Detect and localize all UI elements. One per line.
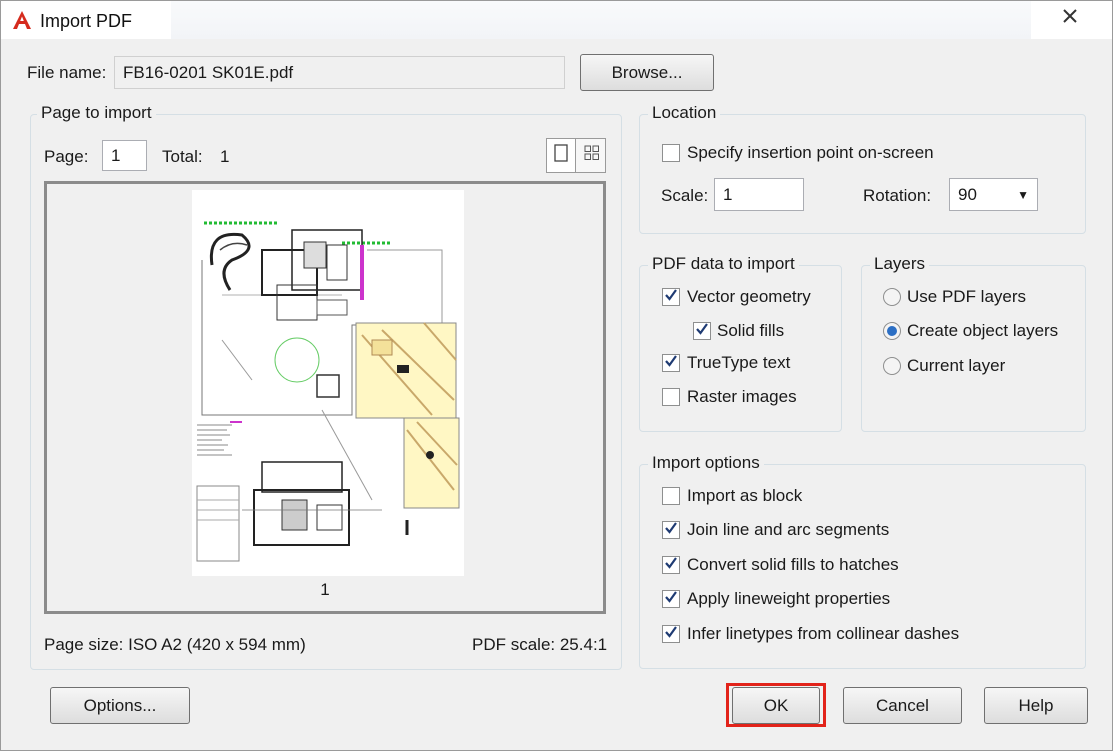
rotation-select[interactable]: 90 ▼	[949, 178, 1038, 211]
pdf-data-title: PDF data to import	[648, 254, 799, 274]
raster-images-checkbox[interactable]	[662, 388, 680, 406]
browse-button[interactable]: Browse...	[580, 54, 714, 91]
layers-title: Layers	[870, 254, 930, 274]
solid-fills-label: Solid fills	[717, 321, 785, 340]
single-page-icon	[554, 144, 568, 167]
checkmark-icon	[695, 321, 709, 341]
page-size-label: Page size: ISO A2 (420 x 594 mm)	[44, 635, 306, 654]
use-pdf-layers-radio[interactable]	[883, 288, 901, 306]
location-group: Location	[639, 103, 1086, 234]
page-label: Page:	[44, 147, 89, 166]
scale-label: Scale:	[661, 186, 709, 205]
dropdown-arrow-icon: ▼	[1017, 187, 1029, 202]
vector-geometry-label: Vector geometry	[687, 287, 811, 306]
window-title: Import PDF	[40, 11, 133, 31]
single-page-view-button[interactable]	[547, 139, 576, 172]
view-toggle	[546, 138, 606, 173]
page-number-input[interactable]: 1	[102, 140, 147, 171]
import-pdf-dialog: Import PDF File name: FB16-0201 SK01E.pd…	[0, 0, 1113, 751]
file-name-field[interactable]: FB16-0201 SK01E.pdf	[114, 56, 565, 89]
current-layer-label: Current layer	[907, 356, 1006, 375]
close-button[interactable]	[1034, 1, 1106, 35]
solid-fills-checkbox[interactable]	[693, 322, 711, 340]
file-name-label: File name:	[27, 63, 107, 82]
location-title: Location	[648, 103, 721, 123]
apply-lineweight-label: Apply lineweight properties	[687, 589, 891, 608]
join-segments-label: Join line and arc segments	[687, 520, 890, 539]
grid-view-button[interactable]	[577, 139, 606, 172]
help-button[interactable]: Help	[984, 687, 1088, 724]
convert-fills-label: Convert solid fills to hatches	[687, 555, 899, 574]
infer-linetypes-checkbox[interactable]	[662, 625, 680, 643]
join-segments-checkbox[interactable]	[662, 521, 680, 539]
scale-input[interactable]: 1	[714, 178, 804, 211]
raster-images-label: Raster images	[687, 387, 797, 406]
import-as-block-checkbox[interactable]	[662, 487, 680, 505]
create-object-layers-label: Create object layers	[907, 321, 1059, 340]
use-pdf-layers-label: Use PDF layers	[907, 287, 1027, 306]
pdf-scale-label: PDF scale: 25.4:1	[472, 635, 608, 654]
checkmark-icon	[664, 287, 678, 307]
create-object-layers-radio[interactable]	[883, 322, 901, 340]
import-as-block-label: Import as block	[687, 486, 803, 505]
checkmark-icon	[664, 589, 678, 609]
infer-linetypes-label: Infer linetypes from collinear dashes	[687, 624, 960, 643]
page-to-import-title: Page to import	[37, 103, 156, 123]
specify-insertion-label: Specify insertion point on-screen	[687, 143, 934, 162]
checkmark-icon	[664, 624, 678, 644]
total-label: Total:	[162, 147, 203, 166]
ok-button[interactable]: OK	[732, 687, 820, 724]
current-layer-radio[interactable]	[883, 357, 901, 375]
truetype-text-checkbox[interactable]	[662, 354, 680, 372]
import-options-title: Import options	[648, 453, 764, 473]
vector-geometry-checkbox[interactable]	[662, 288, 680, 306]
pdf-page-thumbnail	[192, 190, 464, 576]
specify-insertion-checkbox[interactable]	[662, 144, 680, 162]
checkmark-icon	[664, 353, 678, 373]
close-icon	[1062, 8, 1078, 29]
truetype-text-label: TrueType text	[687, 353, 791, 372]
checkmark-icon	[664, 520, 678, 540]
cancel-button[interactable]: Cancel	[843, 687, 962, 724]
apply-lineweight-checkbox[interactable]	[662, 590, 680, 608]
title-bar: Import PDF	[1, 1, 1112, 39]
options-button[interactable]: Options...	[50, 687, 190, 724]
convert-fills-checkbox[interactable]	[662, 556, 680, 574]
radio-selected-dot	[887, 326, 897, 336]
checkmark-icon	[664, 555, 678, 575]
rotation-label: Rotation:	[863, 186, 932, 205]
total-value: 1	[220, 147, 230, 166]
grid-view-icon	[584, 145, 600, 166]
autocad-logo-icon	[11, 9, 33, 31]
page-preview[interactable]: 1	[44, 181, 606, 614]
page-thumbnail-label: 1	[320, 580, 330, 599]
rotation-value: 90	[958, 184, 977, 204]
